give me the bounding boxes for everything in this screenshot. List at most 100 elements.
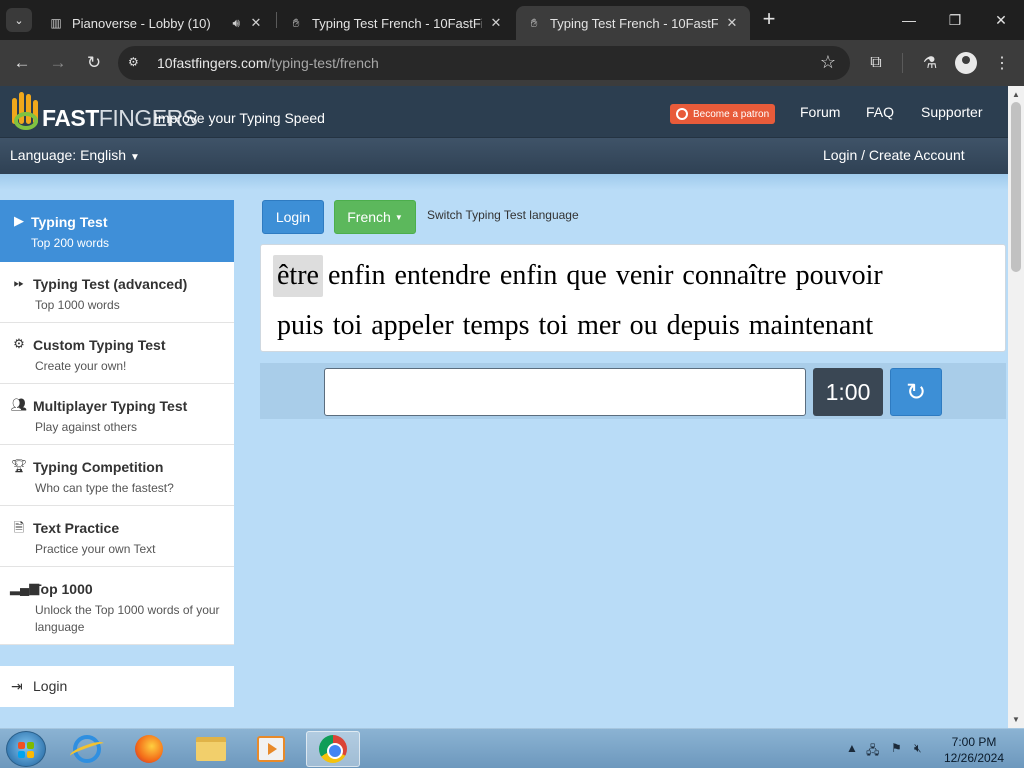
- more-menu-icon[interactable]: ⋮: [990, 51, 1014, 75]
- sidebar-login[interactable]: ⇥ Login: [0, 666, 234, 707]
- tab-typing-test-1[interactable]: ✋︎ Typing Test French - 10FastFing ✕: [278, 6, 514, 40]
- reload-icon[interactable]: ↻: [82, 51, 106, 75]
- tab-title: Pianoverse - Lobby (10): [72, 15, 211, 31]
- windows-taskbar: ▲ 🖧︎ ⚑ 🔇︎ 7:00 PM 12/26/2024: [0, 728, 1024, 768]
- window-close-icon[interactable]: ✕: [978, 6, 1024, 34]
- scroll-up-arrow-icon[interactable]: ▲: [1012, 90, 1020, 99]
- close-tab-icon[interactable]: ✕: [724, 15, 740, 31]
- close-tab-icon[interactable]: ✕: [248, 15, 264, 31]
- test-word: venir: [615, 260, 674, 291]
- firefox-icon: [135, 735, 163, 763]
- taskbar-clock[interactable]: 7:00 PM 12/26/2024: [938, 734, 1010, 766]
- login-create-account-link[interactable]: Login / Create Account: [823, 147, 965, 163]
- signal-bars-icon: ▂▄▆: [10, 580, 40, 595]
- test-word: appeler: [371, 310, 454, 341]
- test-word: être: [273, 255, 323, 297]
- tab-search-chevron-icon[interactable]: ⌄: [6, 8, 32, 32]
- taskbar-firefox[interactable]: [122, 731, 176, 767]
- address-bar[interactable]: ⚙︎ 10fastfingers.com/typing-test/french …: [118, 46, 850, 80]
- url-text[interactable]: 10fastfingers.com/typing-test/french: [157, 55, 379, 71]
- tab-pianoverse[interactable]: ▥ Pianoverse - Lobby (10) 🔊︎ ✕: [38, 6, 274, 40]
- start-button-windows-icon[interactable]: [6, 731, 46, 767]
- nav-faq[interactable]: FAQ: [866, 104, 894, 120]
- test-word: puis: [277, 310, 324, 341]
- typing-input[interactable]: [324, 368, 806, 416]
- tray-expand-icon[interactable]: ▲: [846, 741, 858, 755]
- sidebar-item-text-practice[interactable]: 🗎︎ Text Practice Practice your own Text: [0, 506, 234, 567]
- language-selector[interactable]: Language: English ▼: [10, 147, 140, 163]
- test-word: pouvoir: [795, 260, 883, 291]
- word-display: être enfin entendre enfin que venir connaître p…: [260, 244, 1006, 352]
- forward-arrow-icon[interactable]: →: [46, 51, 70, 75]
- sidebar-item-competition[interactable]: 🏆︎ Typing Competition Who can type the f…: [0, 445, 234, 506]
- page-scrollbar[interactable]: ▲ ▼: [1008, 86, 1024, 728]
- 10fastfingers-favicon-icon: ✋︎: [530, 15, 538, 30]
- sidebar-item-custom-typing-test[interactable]: ⚙︎ Custom Typing Test Create your own!: [0, 323, 234, 384]
- login-button[interactable]: Login: [262, 200, 324, 234]
- sidebar-item-typing-test[interactable]: ▶ Typing Test Top 200 words: [0, 200, 234, 262]
- test-word: enfin: [327, 260, 386, 291]
- test-word: mer: [577, 310, 621, 341]
- site-subheader: Language: English ▼ Login / Create Accoun…: [0, 138, 1008, 174]
- restart-icon[interactable]: ↻: [890, 368, 942, 416]
- close-tab-icon[interactable]: ✕: [488, 15, 504, 31]
- minimize-icon[interactable]: —: [886, 6, 932, 34]
- back-arrow-icon[interactable]: ←: [10, 51, 34, 75]
- tab-title: Typing Test French - 10FastFing: [312, 15, 482, 31]
- network-icon[interactable]: 🖧︎: [866, 741, 879, 762]
- timer: 1:00: [813, 368, 883, 416]
- clock-date: 12/26/2024: [943, 751, 1005, 765]
- language-dropdown-button[interactable]: French ▼: [334, 200, 416, 234]
- word-row: puis toi appeler temps toi mer ou depuis mainten…: [273, 305, 1005, 355]
- volume-muted-icon[interactable]: 🔇︎: [914, 741, 922, 756]
- test-word: temps: [462, 310, 530, 341]
- folder-icon: [196, 737, 226, 761]
- audio-playing-icon[interactable]: 🔊︎: [232, 16, 240, 31]
- nav-supporter[interactable]: Supporter: [921, 104, 982, 120]
- extensions-puzzle-icon[interactable]: ⧉: [864, 51, 888, 75]
- play-icon: ▶: [14, 213, 24, 228]
- decorative-stripe: [0, 174, 1008, 190]
- taskbar-media-player[interactable]: [244, 731, 298, 767]
- sidebar-item-sub: Top 200 words: [31, 236, 110, 250]
- users-icon: 👥︎: [10, 397, 28, 412]
- sidebar-item-sub: Practice your own Text: [35, 542, 156, 556]
- taskbar-explorer[interactable]: [184, 731, 238, 767]
- bookmark-star-icon[interactable]: ☆: [820, 52, 836, 73]
- become-patron-button[interactable]: Become a patron: [670, 104, 776, 124]
- sidebar-item-label: Custom Typing Test: [33, 337, 166, 353]
- chrome-icon: [319, 735, 347, 763]
- new-tab-icon[interactable]: +: [758, 8, 780, 30]
- profile-avatar-icon[interactable]: [955, 52, 977, 74]
- sidebar-menu: ▶ Typing Test Top 200 words ⏩︎ Typing Te…: [0, 200, 234, 645]
- nav-forum[interactable]: Forum: [800, 104, 840, 120]
- scroll-down-arrow-icon[interactable]: ▼: [1012, 715, 1020, 724]
- test-word: ou: [629, 310, 658, 341]
- action-center-flag-icon[interactable]: ⚑: [891, 741, 902, 755]
- tab-separator: [276, 12, 277, 28]
- test-word: que: [566, 260, 607, 291]
- sidebar-item-multiplayer[interactable]: 👥︎ Multiplayer Typing Test Play against …: [0, 384, 234, 445]
- test-word: toi: [538, 310, 569, 341]
- tab-typing-test-2[interactable]: ✋︎ Typing Test French - 10FastFing ✕: [516, 6, 750, 40]
- test-word: toi: [332, 310, 363, 341]
- taskbar-chrome[interactable]: [306, 731, 360, 767]
- browser-tab-bar: ⌄ ▥ Pianoverse - Lobby (10) 🔊︎ ✕ ✋︎ Typi…: [0, 0, 1024, 40]
- labs-flask-icon[interactable]: ⚗︎: [918, 51, 942, 75]
- clock-time: 7:00 PM: [951, 735, 997, 749]
- restore-icon[interactable]: ❐: [932, 6, 978, 34]
- document-icon: 🗎︎: [13, 520, 25, 535]
- toolbar-separator: [902, 53, 903, 73]
- input-row: 1:00 ↻: [260, 363, 1006, 419]
- sidebar-item-typing-test-advanced[interactable]: ⏩︎ Typing Test (advanced) Top 1000 words: [0, 262, 234, 323]
- sidebar-item-top-1000[interactable]: ▂▄▆ Top 1000 Unlock the Top 1000 words o…: [0, 567, 234, 645]
- chevron-down-icon: ▼: [130, 152, 140, 163]
- taskbar-internet-explorer[interactable]: [60, 731, 114, 767]
- site-tagline: Improve your Typing Speed: [154, 110, 325, 126]
- patron-label: Become a patron: [693, 108, 770, 120]
- tab-title: Typing Test French - 10FastFing: [550, 15, 718, 31]
- pianoverse-favicon-icon: ▥: [50, 16, 62, 30]
- site-header: FASTFINGERS Improve your Typing Speed Be…: [0, 86, 1008, 138]
- scroll-thumb[interactable]: [1011, 102, 1021, 272]
- site-info-icon[interactable]: ⚙︎: [128, 55, 144, 71]
